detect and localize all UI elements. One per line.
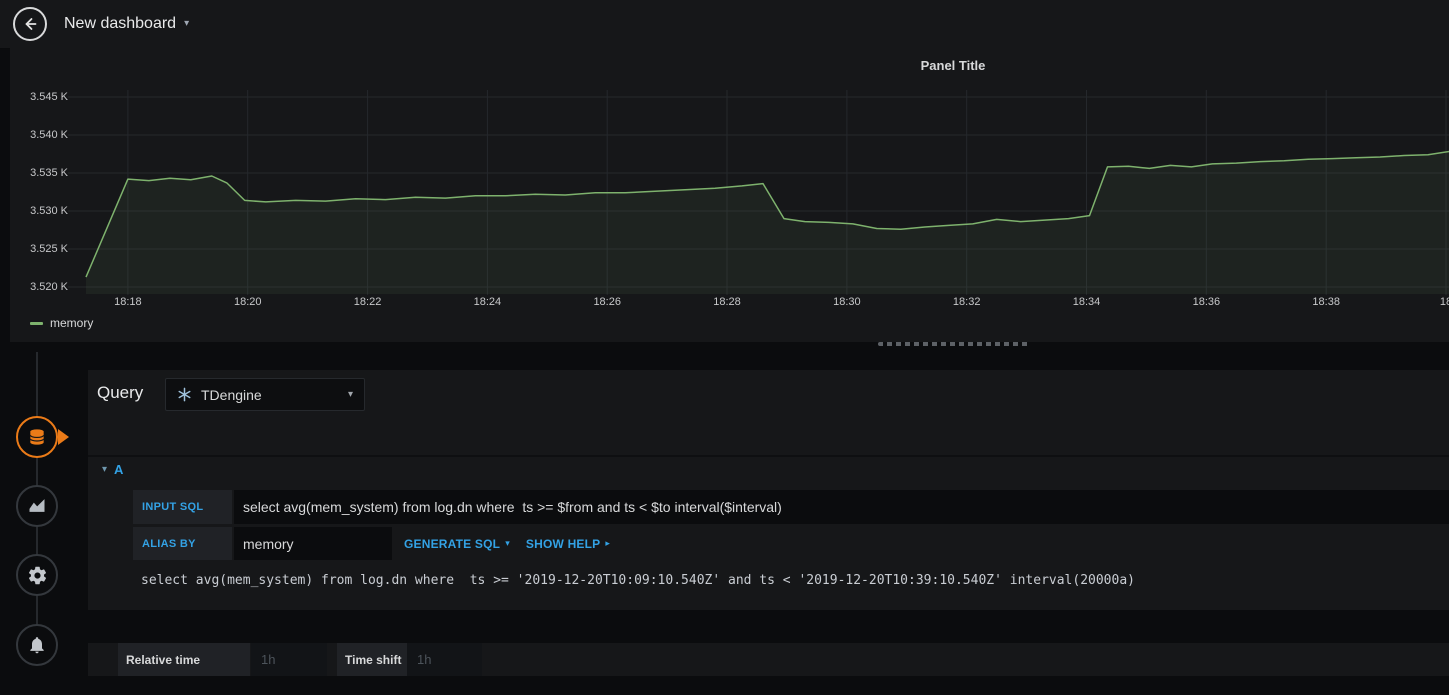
- generate-sql-button[interactable]: GENERATE SQL ▾: [404, 537, 510, 551]
- show-help-label: SHOW HELP: [525, 536, 601, 551]
- query-ref-row[interactable]: ▾ A: [88, 455, 1449, 482]
- sidebar-tab-queries[interactable]: [16, 416, 58, 458]
- time-series-chart: 3.545 K 3.540 K 3.535 K 3.530 K 3.525 K 3.520…: [10, 48, 1449, 342]
- top-bar: New dashboard ▾: [0, 0, 1449, 48]
- chevron-down-icon: ▾: [347, 389, 353, 400]
- graph-panel: Panel Title 3.545 K 3.540 K 3.535 K 3.530 K…: [10, 48, 1449, 342]
- x-axis-label: 18:28: [713, 296, 741, 308]
- legend-item-memory[interactable]: memory: [30, 316, 93, 330]
- sidebar-tab-alert[interactable]: [16, 624, 58, 666]
- y-axis-label: 3.530 K: [30, 205, 68, 217]
- alias-by-field[interactable]: [234, 527, 392, 560]
- generate-sql-label: GENERATE SQL: [404, 536, 501, 551]
- x-axis-label: 18:22: [353, 296, 382, 308]
- query-section-title: Query: [97, 383, 144, 402]
- show-help-button[interactable]: SHOW HELP ▸: [526, 537, 610, 551]
- x-axis-label: 18:34: [1072, 296, 1101, 308]
- query-editor: Query TDengine ▾ ▾ A INPUT SQL select av…: [88, 370, 1449, 610]
- alias-by-label: ALIAS BY: [133, 527, 232, 560]
- query-options-row: Relative time Time shift: [88, 643, 1449, 676]
- query-header: Query TDengine ▾: [88, 370, 1449, 455]
- x-axis-label: 18:36: [1192, 296, 1221, 308]
- arrow-left-icon: [25, 18, 37, 30]
- legend-color-swatch: [30, 321, 43, 325]
- chevron-down-icon: ▾: [102, 463, 108, 475]
- alias-by-row: ALIAS BY GENERATE SQL ▾ SHOW HELP ▸: [133, 527, 1449, 560]
- x-axis-label: 18:20: [233, 296, 262, 308]
- gear-icon: [28, 566, 46, 584]
- query-ref-id: A: [114, 462, 124, 477]
- active-tab-arrow-icon: [58, 429, 69, 445]
- input-sql-field[interactable]: [234, 490, 1449, 524]
- dashboard-title-text: New dashboard: [64, 15, 177, 32]
- legend-series-label: memory: [50, 316, 94, 330]
- x-axis-label: 18:30: [833, 296, 861, 308]
- back-button[interactable]: [13, 7, 47, 41]
- y-axis-label: 3.525 K: [30, 243, 68, 255]
- tdengine-logo-icon: [178, 387, 191, 402]
- chevron-down-icon: ▾: [184, 18, 190, 29]
- relative-time-label: Relative time: [118, 643, 250, 676]
- datasource-name: TDengine: [201, 386, 262, 403]
- y-axis-label: 3.545 K: [30, 91, 68, 103]
- horizontal-scrollbar[interactable]: [878, 342, 1030, 346]
- y-axis-label: 3.535 K: [30, 167, 68, 179]
- time-shift-input[interactable]: [407, 643, 482, 676]
- panel-editor: Query TDengine ▾ ▾ A INPUT SQL select av…: [0, 348, 1449, 695]
- x-axis-label: 18:38: [1312, 296, 1340, 308]
- x-axis-label: 18:24: [473, 296, 502, 308]
- bell-icon: [30, 637, 44, 654]
- dashboard-title[interactable]: New dashboard ▾: [64, 15, 189, 33]
- chevron-down-icon: ▾: [505, 538, 510, 548]
- input-sql-row: INPUT SQL: [133, 490, 1449, 524]
- sidebar-tab-general[interactable]: [16, 554, 58, 596]
- relative-time-input[interactable]: [251, 643, 327, 676]
- x-axis-label: 18:18: [114, 296, 142, 308]
- grafana-app: New dashboard ▾ Panel Title 3.545 K 3.540…: [0, 0, 1449, 695]
- panel-title[interactable]: Panel Title: [921, 58, 986, 73]
- time-shift-label: Time shift: [337, 643, 407, 676]
- y-axis-label: 3.540 K: [30, 129, 68, 141]
- chevron-right-icon: ▸: [605, 538, 611, 548]
- generated-sql-text: select avg(mem_system) from log.dn where…: [141, 573, 1135, 588]
- x-axis-label: 18: [1439, 296, 1449, 308]
- datasource-picker[interactable]: TDengine ▾: [165, 378, 365, 411]
- x-axis-label: 18:26: [593, 296, 621, 308]
- sidebar-tab-visualization[interactable]: [16, 485, 58, 527]
- database-icon: [29, 429, 45, 445]
- input-sql-label: INPUT SQL: [133, 490, 232, 524]
- area-chart-icon: [29, 499, 45, 512]
- y-axis-label: 3.520 K: [30, 281, 68, 293]
- x-axis-label: 18:32: [952, 296, 981, 308]
